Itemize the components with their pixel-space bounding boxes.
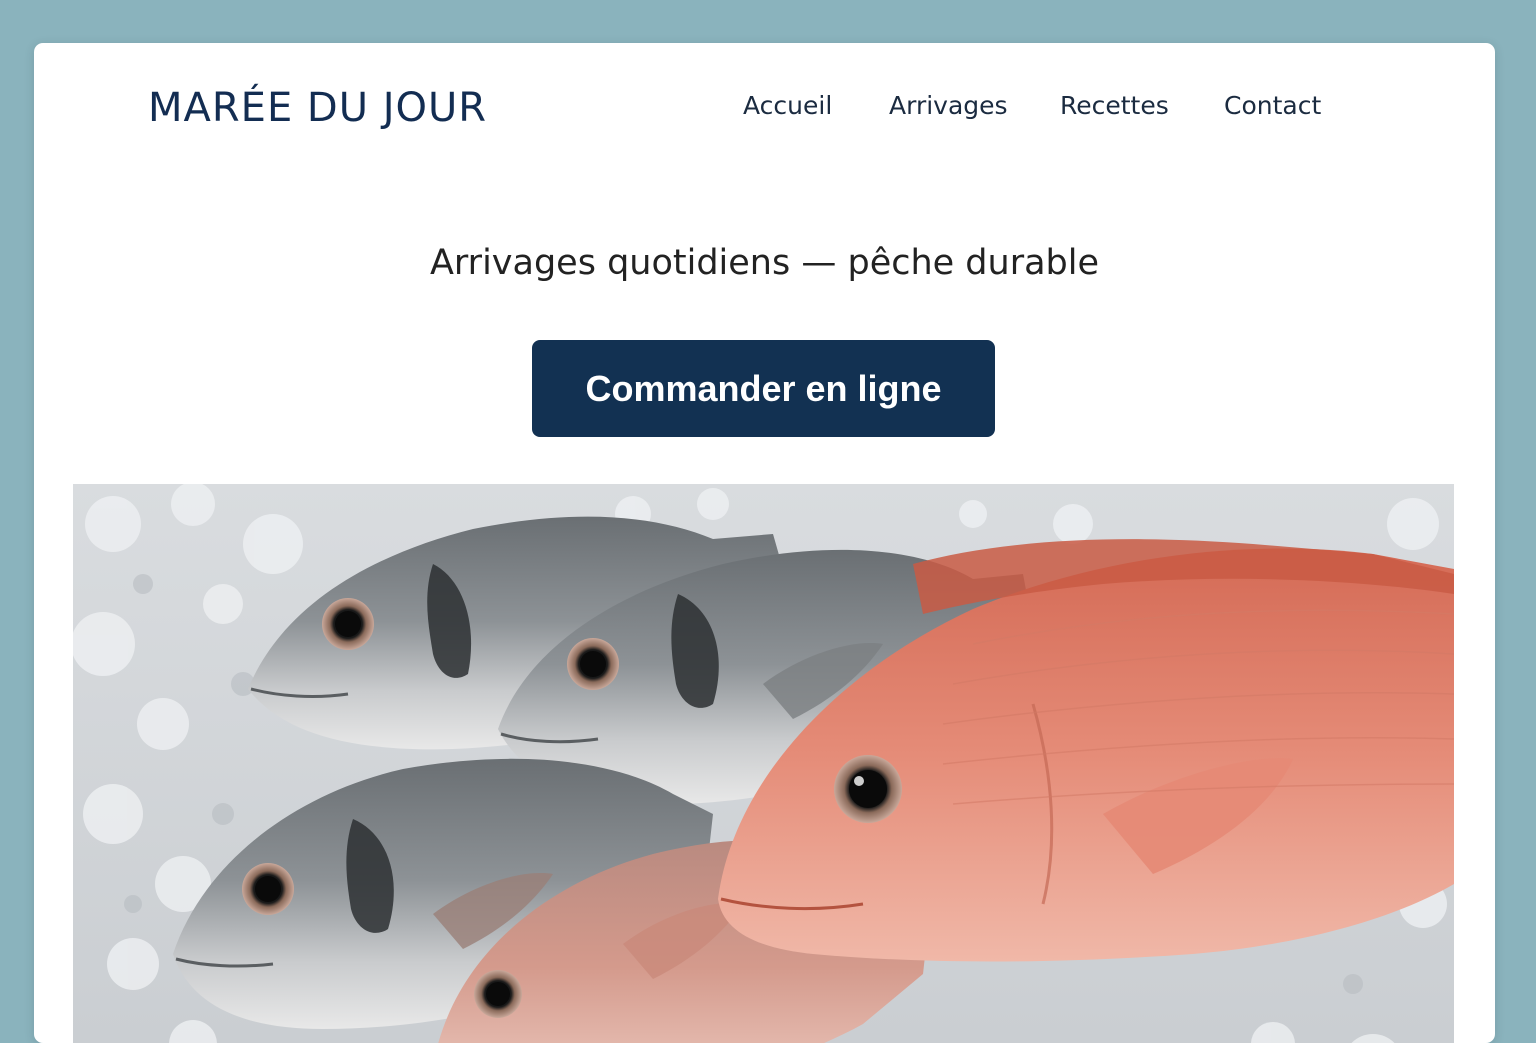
hero-fish-image	[73, 484, 1454, 1043]
hero-tagline: Arrivages quotidiens — pêche durable	[429, 243, 1100, 283]
main-nav: Accueil Arrivages Recettes Contact	[34, 91, 1495, 127]
nav-link-contact[interactable]: Contact	[1224, 91, 1321, 120]
nav-link-recettes[interactable]: Recettes	[1060, 91, 1169, 120]
order-online-button[interactable]: Commander en ligne	[532, 340, 995, 437]
page-card: MARÉE DU JOUR Accueil Arrivages Recettes…	[34, 43, 1495, 1043]
nav-link-accueil[interactable]: Accueil	[743, 91, 832, 120]
nav-link-arrivages[interactable]: Arrivages	[889, 91, 1008, 120]
